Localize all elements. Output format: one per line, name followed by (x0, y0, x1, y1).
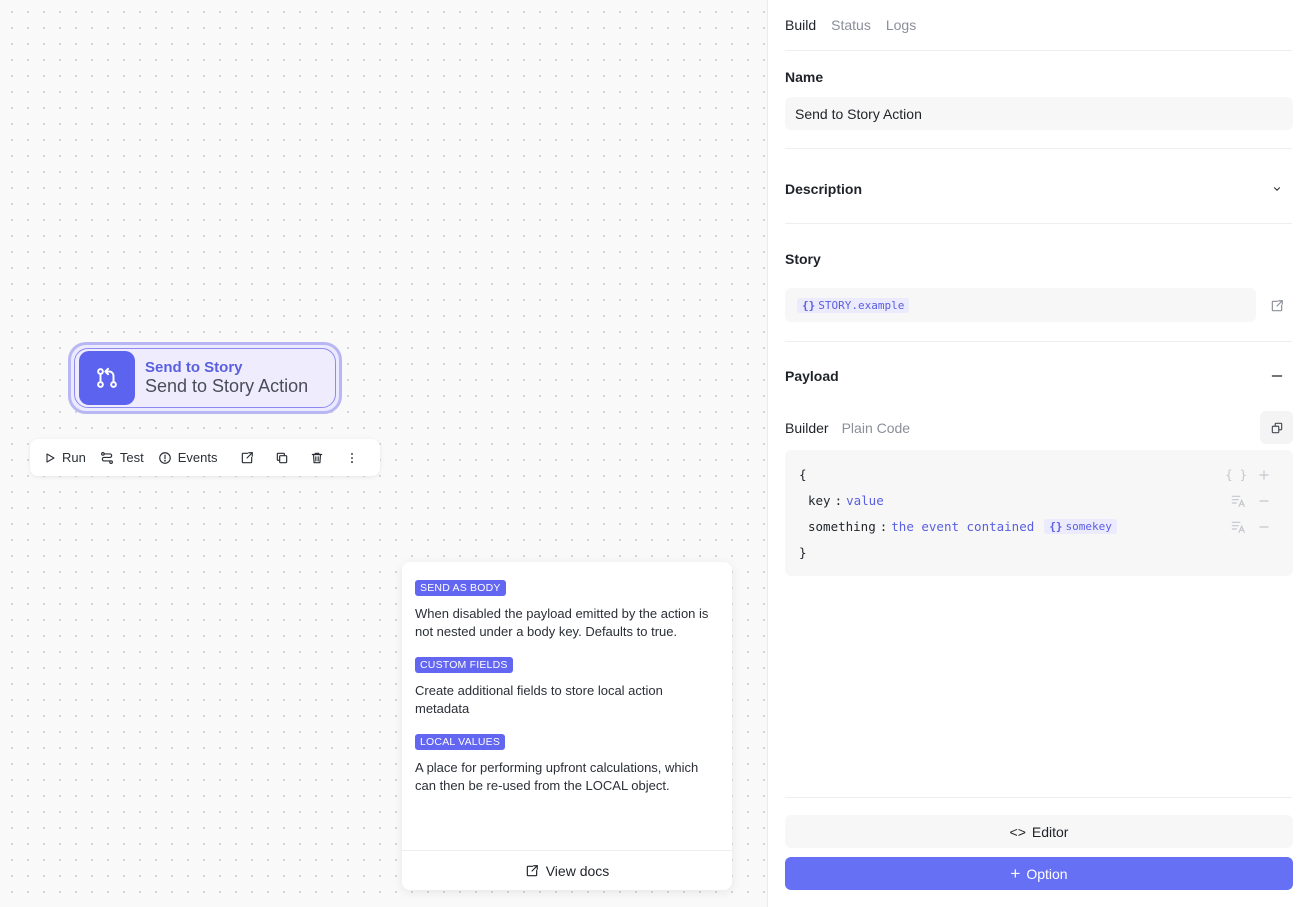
view-docs-link[interactable]: View docs (402, 850, 732, 890)
name-input[interactable]: Send to Story Action (785, 97, 1293, 130)
text-format-icon[interactable] (1231, 520, 1247, 534)
test-button[interactable]: Test (98, 439, 152, 476)
test-route-icon (100, 451, 113, 464)
help-tag: LOCAL VALUES (415, 734, 506, 750)
external-link-icon (526, 864, 538, 876)
help-tag: SEND AS BODY (415, 580, 506, 596)
play-icon (46, 452, 55, 463)
workflow-canvas[interactable]: Send to Story Send to Story Action Run T… (0, 0, 768, 907)
variable-pill-value: somekey (1065, 520, 1112, 533)
tab-builder[interactable]: Builder (785, 420, 829, 436)
payload-row[interactable]: something: the event contained {} someke… (808, 519, 1117, 534)
action-config-panel: Build Status Logs Name Send to Story Act… (767, 0, 1309, 907)
object-close-brace: } (799, 545, 807, 560)
add-option-button[interactable]: + Option (785, 857, 1293, 890)
tab-logs[interactable]: Logs (886, 17, 916, 33)
events-label: Events (177, 450, 218, 465)
description-label[interactable]: Description (785, 181, 862, 197)
key-value-separator: : (879, 519, 888, 534)
option-label: Option (1026, 865, 1068, 882)
story-pill: {} STORY.example (797, 297, 910, 313)
events-button[interactable]: Events (156, 439, 226, 476)
chevron-down-icon (1273, 186, 1280, 191)
text-format-icon[interactable] (1231, 494, 1247, 508)
run-label: Run (62, 450, 86, 465)
payload-builder[interactable]: { { } key: value something: the event co… (785, 450, 1293, 576)
story-input[interactable]: {} STORY.example (785, 288, 1256, 322)
payload-value: the event contained (891, 519, 1035, 534)
divider (785, 223, 1292, 224)
node-type-label: Send to Story (145, 359, 243, 377)
help-popover: SEND AS BODY When disabled the payload e… (402, 562, 732, 890)
help-text: A place for performing upfront calculati… (415, 760, 699, 793)
divider (785, 797, 1292, 798)
story-action-node-body[interactable]: Send to Story Send to Story Action (74, 348, 336, 408)
help-tag: CUSTOM FIELDS (415, 657, 513, 673)
code-icon: <> (1009, 823, 1026, 840)
node-name-label: Send to Story Action (145, 376, 309, 397)
copy-payload-button[interactable] (1260, 411, 1293, 444)
variable-pill: {} somekey (1044, 519, 1117, 534)
divider (785, 341, 1292, 342)
help-text: Create additional fields to store local … (415, 683, 663, 716)
minus-icon[interactable] (1257, 520, 1271, 534)
braces-icon: {} (802, 298, 816, 312)
payload-label: Payload (785, 368, 839, 384)
node-toolbar: Run Test Events (30, 439, 380, 476)
braces-icon: {} (1049, 520, 1063, 533)
payload-row[interactable]: key: value (808, 493, 884, 508)
key-value-separator: : (834, 493, 843, 508)
divider (785, 50, 1292, 51)
tab-status[interactable]: Status (831, 17, 871, 33)
description-expand-toggle[interactable] (1260, 172, 1293, 205)
tab-plain-code[interactable]: Plain Code (842, 420, 911, 436)
plus-icon[interactable] (1257, 468, 1271, 482)
trash-icon (311, 452, 323, 463)
plus-icon: + (1010, 864, 1021, 883)
divider (785, 148, 1292, 149)
object-open-brace: { (799, 467, 807, 482)
duplicate-button[interactable] (264, 439, 299, 476)
more-options-button[interactable] (334, 439, 369, 476)
tab-build[interactable]: Build (785, 17, 816, 33)
payload-collapse-toggle[interactable] (1260, 359, 1293, 392)
payload-key: key (808, 493, 831, 508)
copy-icon (276, 452, 288, 463)
info-circle-icon (158, 451, 171, 464)
delete-button[interactable] (299, 439, 334, 476)
run-button[interactable]: Run (42, 439, 94, 476)
more-vertical-icon (351, 452, 353, 463)
story-pill-value: STORY.example (818, 298, 905, 312)
editor-button[interactable]: <> Editor (785, 815, 1293, 848)
payload-key: something (808, 519, 876, 534)
minus-icon (1271, 374, 1282, 377)
panel-tabs: Build Status Logs (785, 17, 916, 33)
view-docs-label: View docs (545, 862, 610, 879)
story-action-node[interactable]: Send to Story Send to Story Action (68, 342, 342, 414)
minus-icon[interactable] (1257, 494, 1271, 508)
story-label: Story (785, 251, 821, 267)
open-story-button[interactable] (1260, 289, 1293, 322)
payload-mode-tabs: Builder Plain Code (785, 420, 910, 436)
name-label: Name (785, 69, 824, 85)
open-external-button[interactable] (229, 439, 264, 476)
editor-label: Editor (1031, 823, 1069, 840)
help-text: When disabled the payload emitted by the… (415, 606, 709, 639)
payload-value: value (846, 493, 884, 508)
git-compare-icon (79, 351, 135, 405)
copy-icon (1271, 422, 1282, 433)
external-link-icon (1271, 299, 1283, 311)
test-label: Test (119, 450, 144, 465)
external-link-icon (241, 451, 253, 463)
add-object-icon[interactable]: { } (1225, 468, 1247, 482)
